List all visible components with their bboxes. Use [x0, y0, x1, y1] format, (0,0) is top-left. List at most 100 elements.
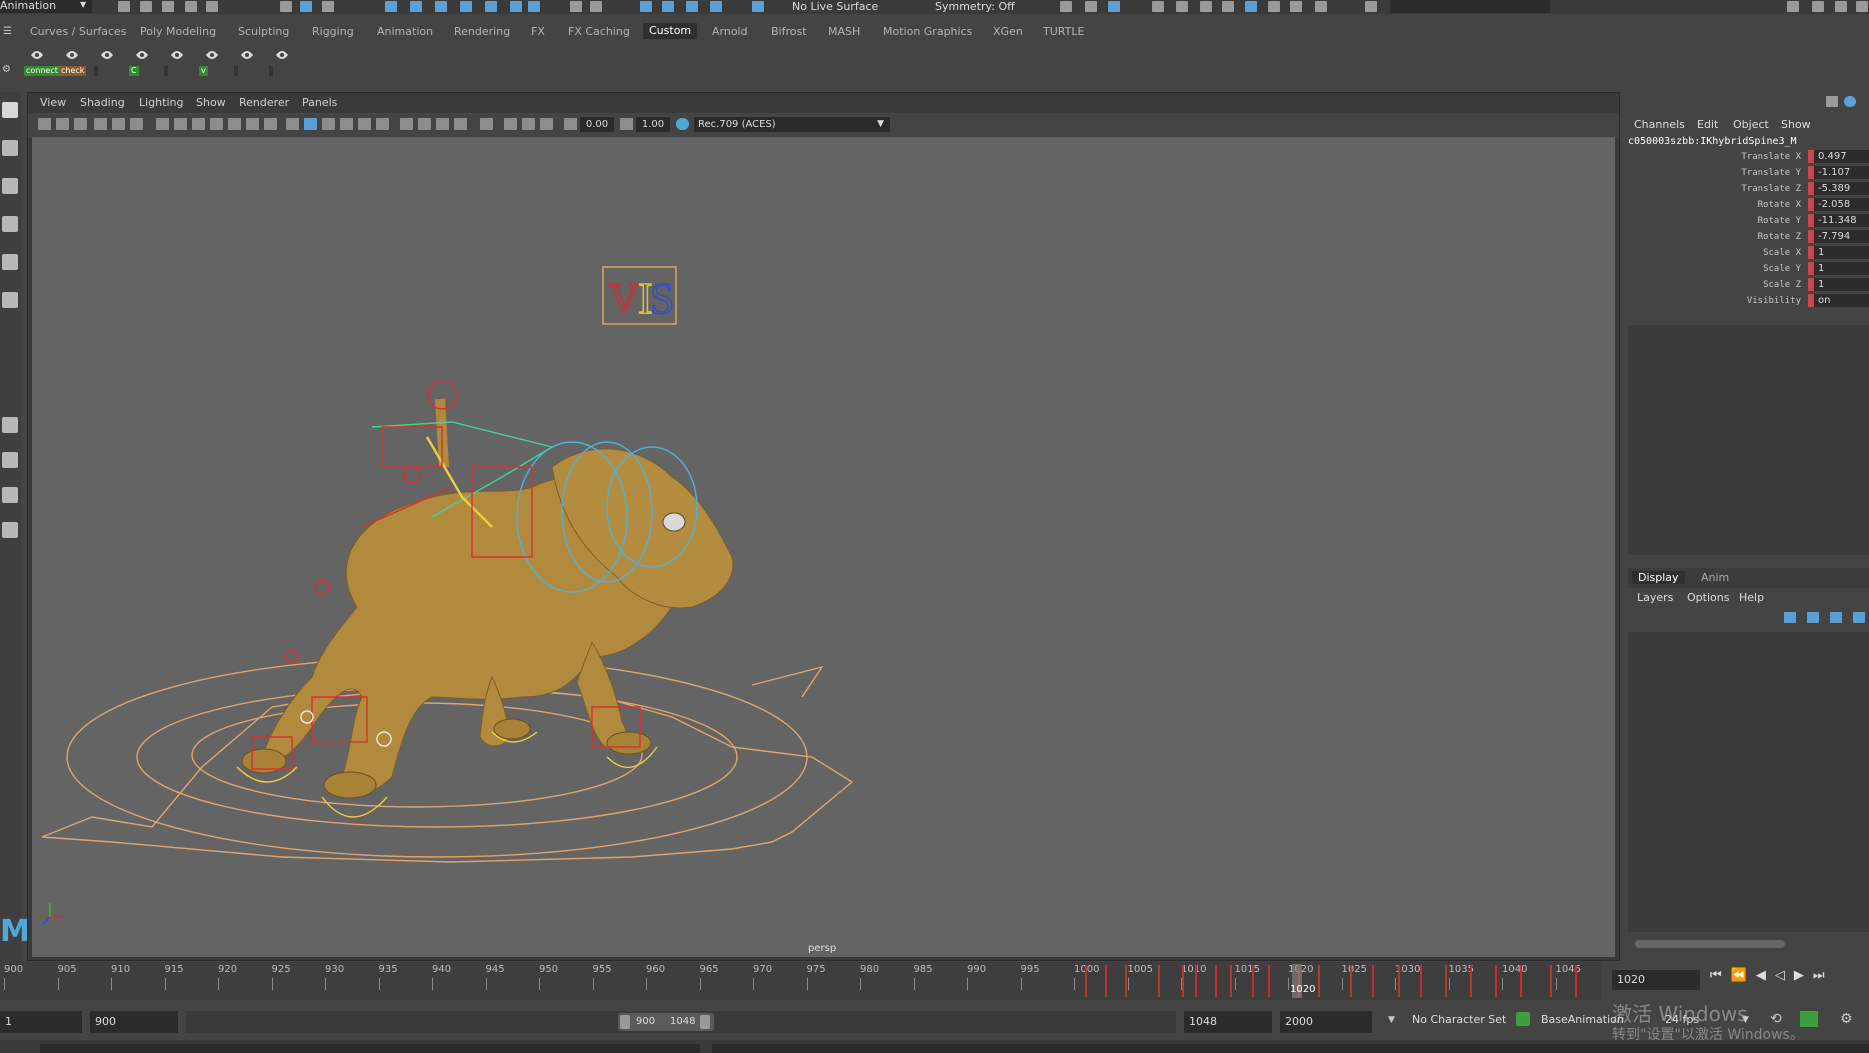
select-object-icon[interactable]: [300, 1, 312, 12]
textured-icon[interactable]: [340, 118, 353, 130]
range-slider-handle[interactable]: 900 1048: [618, 1013, 714, 1031]
vis-control[interactable]: V I S: [602, 266, 677, 325]
viewport-menu-renderer[interactable]: Renderer: [239, 96, 289, 109]
motion-blur-icon[interactable]: [418, 118, 431, 130]
four-view-layout-icon[interactable]: [2, 452, 18, 468]
tab-motion-graphics[interactable]: Motion Graphics: [883, 25, 972, 39]
help-menu[interactable]: Help: [1739, 591, 1764, 604]
cache-icon[interactable]: [1290, 1, 1302, 12]
sculpt-icon[interactable]: [1365, 1, 1377, 12]
exposure-field[interactable]: 0.00: [580, 117, 614, 132]
options-menu[interactable]: Options: [1687, 591, 1729, 604]
select-component-icon[interactable]: [322, 1, 334, 12]
current-frame-field[interactable]: 1020: [1612, 970, 1700, 990]
snap-live-icon[interactable]: [528, 1, 540, 12]
tab-bifrost[interactable]: Bifrost: [771, 25, 807, 39]
tab-poly-modeling[interactable]: Poly Modeling: [140, 25, 216, 39]
scale-tool-icon[interactable]: [2, 292, 18, 308]
viewport-menu-show[interactable]: Show: [196, 96, 226, 109]
anim-layer-icon[interactable]: [1516, 1012, 1530, 1026]
bookmark-icon[interactable]: [74, 118, 87, 130]
history-icon[interactable]: [590, 1, 602, 12]
new-layer-from-selection-icon[interactable]: [1853, 612, 1865, 623]
layers-menu[interactable]: Layers: [1637, 591, 1673, 604]
tab-rigging[interactable]: Rigging: [312, 25, 354, 39]
render-setup-icon[interactable]: [1200, 1, 1212, 12]
python-script-icon[interactable]: [133, 47, 151, 63]
light-editor-icon[interactable]: [1222, 1, 1234, 12]
field-chart-icon[interactable]: [228, 118, 241, 130]
snap-vertex-icon[interactable]: [510, 1, 522, 12]
output-ops-icon[interactable]: [662, 1, 674, 12]
resolution-gate-icon[interactable]: [192, 118, 205, 130]
symmetry-field[interactable]: Symmetry: Off: [935, 0, 1015, 13]
tab-rendering[interactable]: Rendering: [454, 25, 510, 39]
play-forward-icon[interactable]: ▶: [1794, 968, 1813, 983]
select-hierarchy-icon[interactable]: [280, 1, 292, 12]
command-input[interactable]: [40, 1044, 700, 1053]
attribute-value-field[interactable]: -11.348: [1814, 214, 1869, 227]
tab-animation[interactable]: Animation: [377, 25, 433, 39]
chevron-down-icon[interactable]: ▼: [1388, 1015, 1395, 1025]
grid-icon[interactable]: [156, 118, 169, 130]
shelf-menu-icon[interactable]: ☰: [3, 26, 12, 37]
viewport-menu-lighting[interactable]: Lighting: [139, 96, 183, 109]
step-forward-icon[interactable]: ⏭: [1813, 968, 1834, 983]
exposure-icon[interactable]: [564, 118, 577, 130]
tab-custom[interactable]: Custom: [643, 23, 698, 39]
tab-arnold[interactable]: Arnold: [712, 25, 748, 39]
range-slider-track[interactable]: 900 1048: [186, 1011, 1176, 1033]
attribute-value-field[interactable]: -5.389: [1814, 182, 1869, 195]
single-perspective-layout-icon[interactable]: [2, 417, 18, 433]
render-view-icon[interactable]: [1152, 1, 1164, 12]
attribute-value-field[interactable]: 1: [1814, 262, 1869, 275]
step-back-frame-icon[interactable]: ◀: [1756, 968, 1775, 983]
undo-icon[interactable]: [185, 1, 197, 12]
step-back-key-icon[interactable]: ⏪: [1731, 968, 1756, 983]
redo-icon[interactable]: [206, 1, 218, 12]
gamma-icon[interactable]: [620, 118, 633, 130]
use-all-lights-icon[interactable]: [358, 118, 371, 130]
channel-box-icon[interactable]: [1856, 1, 1868, 12]
pause-icon[interactable]: [1315, 1, 1327, 12]
depth-of-field-icon[interactable]: [454, 118, 467, 130]
xray-icon[interactable]: [504, 118, 517, 130]
viewport-3d[interactable]: V I S persp: [32, 137, 1615, 957]
view-transform-select[interactable]: Rec.709 (ACES) ▼: [694, 117, 890, 132]
python-script-icon[interactable]: [273, 47, 291, 63]
gate-mask-icon[interactable]: [210, 118, 223, 130]
range-start-handle[interactable]: [620, 1015, 630, 1029]
snap-surface-icon[interactable]: [485, 1, 497, 12]
preferences-icon[interactable]: ⚙: [1840, 1011, 1853, 1027]
viewport-menu-panels[interactable]: Panels: [302, 96, 337, 109]
attribute-value-field[interactable]: 1: [1814, 278, 1869, 291]
camera-icon[interactable]: [1268, 1, 1280, 12]
shadows-icon[interactable]: [376, 118, 389, 130]
ipr-render-icon[interactable]: [1085, 1, 1097, 12]
reflect-icon[interactable]: [710, 1, 722, 12]
smooth-shade-icon[interactable]: [304, 118, 317, 130]
safe-action-icon[interactable]: [246, 118, 259, 130]
move-layer-up-icon[interactable]: [1784, 612, 1796, 623]
channel-menu-object[interactable]: Object: [1733, 118, 1769, 131]
anti-aliasing-icon[interactable]: [436, 118, 449, 130]
viewport-menu-shading[interactable]: Shading: [80, 96, 125, 109]
tab-xgen[interactable]: XGen: [993, 25, 1023, 39]
attribute-editor-icon[interactable]: [1835, 1, 1847, 12]
attribute-value-field[interactable]: -1.107: [1814, 166, 1869, 179]
character-set-select[interactable]: No Character Set: [1412, 1013, 1506, 1026]
play-backward-icon[interactable]: ◁: [1775, 968, 1794, 983]
tab-sculpting[interactable]: Sculpting: [238, 25, 289, 39]
tab-fx-caching[interactable]: FX Caching: [568, 25, 630, 39]
python-script-icon[interactable]: [203, 47, 221, 63]
layer-scrollbar[interactable]: [1635, 940, 1785, 948]
wireframe-icon[interactable]: [286, 118, 299, 130]
channel-menu-show[interactable]: Show: [1781, 118, 1811, 131]
rotate-tool-icon[interactable]: [2, 254, 18, 270]
construction-history-icon[interactable]: [686, 1, 698, 12]
lasso-tool-icon[interactable]: [2, 140, 18, 156]
help-icon[interactable]: [1844, 96, 1856, 107]
attribute-value-field[interactable]: 1: [1814, 246, 1869, 259]
attribute-value-field[interactable]: -7.794: [1814, 230, 1869, 243]
playback-end-field[interactable]: 1048: [1184, 1011, 1272, 1033]
